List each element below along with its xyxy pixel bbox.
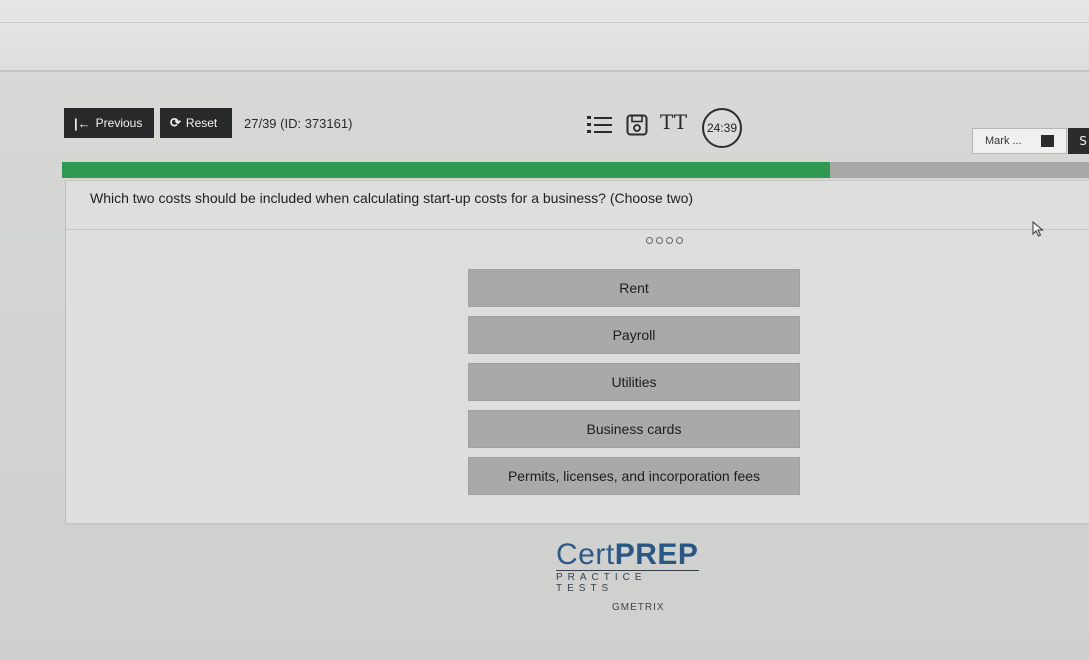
previous-button[interactable]: |← Previous — [64, 108, 154, 138]
mouse-pointer-icon — [1032, 220, 1044, 241]
reset-button[interactable]: ⟳ Reset — [160, 108, 232, 138]
option-label: Payroll — [612, 327, 656, 343]
mark-label: Mark ... — [985, 135, 1022, 147]
next-button-partial[interactable]: S — [1068, 128, 1089, 154]
logo-bold-text: PREP — [614, 538, 699, 571]
text-size-icon[interactable]: TT — [660, 110, 687, 134]
answer-option[interactable]: Permits, licenses, and incorporation fee… — [468, 457, 800, 495]
question-counter: 27/39 (ID: 373161) — [244, 116, 353, 131]
timer: 24:39 — [702, 108, 742, 148]
vendor-logo: GMETRIX — [612, 602, 665, 613]
progress-fill — [62, 162, 831, 178]
question-divider — [66, 229, 1089, 230]
question-text: Which two costs should be included when … — [90, 190, 694, 206]
refresh-icon: ⟳ — [170, 115, 181, 130]
question-panel: Which two costs should be included when … — [65, 180, 1089, 524]
option-label: Utilities — [611, 374, 657, 390]
answer-option[interactable]: Business cards — [468, 410, 800, 448]
option-label: Permits, licenses, and incorporation fee… — [507, 468, 761, 484]
timer-value: 24:39 — [706, 121, 738, 135]
next-partial-label: S — [1079, 134, 1087, 148]
top-divider — [0, 22, 1089, 23]
save-icon[interactable] — [626, 114, 648, 140]
browser-top-area — [0, 0, 1089, 72]
exam-toolbar: |← Previous ⟳ Reset 27/39 (ID: 373161) T… — [60, 108, 1089, 154]
answer-option[interactable]: Payroll — [468, 316, 800, 354]
list-icon[interactable] — [587, 114, 613, 140]
first-arrow-icon: |← — [74, 115, 91, 131]
mark-button[interactable]: Mark ... — [972, 128, 1067, 154]
previous-label: Previous — [95, 116, 143, 130]
loading-dots-icon — [646, 237, 683, 244]
answer-option[interactable]: Rent — [468, 269, 800, 307]
mark-checkbox[interactable] — [1041, 135, 1054, 147]
logo-light-text: Cert — [556, 538, 615, 571]
answer-option[interactable]: Utilities — [468, 363, 800, 401]
option-label: Rent — [619, 280, 649, 296]
option-label: Business cards — [586, 421, 682, 437]
logo-wordmark: CertPREP — [556, 538, 706, 572]
certprep-logo: CertPREP PRACTICE TESTS GMETRIX — [556, 538, 706, 613]
progress-bar — [62, 162, 1089, 178]
answer-options: Rent Payroll Utilities Business cards Pe… — [468, 269, 800, 504]
logo-tagline: PRACTICE TESTS — [556, 570, 699, 594]
reset-label: Reset — [185, 116, 218, 130]
